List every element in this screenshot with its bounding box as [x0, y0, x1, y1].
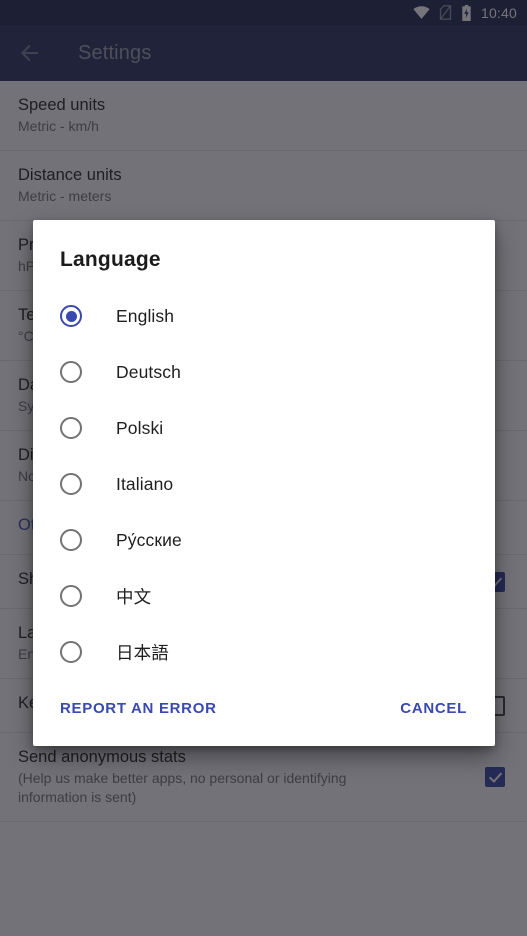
- language-option-row[interactable]: English: [33, 288, 495, 344]
- dialog-title: Language: [60, 248, 161, 271]
- radio-selected-icon[interactable]: [60, 305, 82, 327]
- radio-unselected-icon[interactable]: [60, 361, 82, 383]
- language-option-row[interactable]: Polski: [33, 400, 495, 456]
- language-option-label: Deutsch: [116, 361, 181, 382]
- language-option-label: Ру́сские: [116, 529, 182, 550]
- language-option-row[interactable]: Italiano: [33, 456, 495, 512]
- language-option-label: 日本語: [116, 642, 169, 663]
- language-option-row[interactable]: Deutsch: [33, 344, 495, 400]
- radio-unselected-icon[interactable]: [60, 473, 82, 495]
- language-option-label: Polski: [116, 417, 164, 438]
- language-dialog: Language English Deutsch Polski Italiano Ру́…: [33, 220, 495, 746]
- language-option-label: 中文: [116, 586, 152, 607]
- dialog-action-bar: REPORT AN ERROR CANCEL: [33, 690, 495, 746]
- radio-unselected-icon[interactable]: [60, 641, 82, 663]
- language-option-row[interactable]: Ру́сские: [33, 512, 495, 568]
- language-option-row[interactable]: 中文: [33, 568, 495, 624]
- language-option-row[interactable]: 日本語: [33, 624, 495, 680]
- language-option-list: English Deutsch Polski Italiano Ру́сские 中文日本…: [33, 272, 495, 690]
- language-option-label: English: [116, 305, 175, 326]
- language-option-label: Italiano: [116, 473, 174, 494]
- radio-unselected-icon[interactable]: [60, 529, 82, 551]
- radio-unselected-icon[interactable]: [60, 585, 82, 607]
- cancel-button[interactable]: CANCEL: [400, 700, 467, 717]
- radio-unselected-icon[interactable]: [60, 417, 82, 439]
- report-an-error-button[interactable]: REPORT AN ERROR: [60, 700, 217, 717]
